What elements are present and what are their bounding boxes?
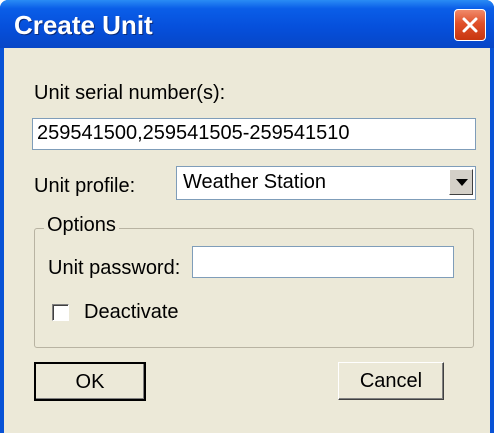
close-icon <box>462 17 478 33</box>
options-legend: Options <box>44 214 119 237</box>
deactivate-checkbox[interactable] <box>52 304 69 321</box>
unit-profile-label: Unit profile: <box>34 175 136 197</box>
title-bar[interactable]: Create Unit <box>0 0 494 48</box>
serial-number-label: Unit serial number(s): <box>34 82 226 104</box>
unit-password-label: Unit password: <box>48 257 181 279</box>
unit-password-input[interactable] <box>192 246 454 278</box>
unit-profile-select[interactable]: Weather Station <box>176 166 476 200</box>
window-title: Create Unit <box>14 10 153 40</box>
ok-button[interactable]: OK <box>34 362 146 401</box>
dialog-body: Unit serial number(s): 259541500,2595415… <box>4 48 490 433</box>
cancel-button-label: Cancel <box>359 370 423 392</box>
deactivate-label[interactable]: Deactivate <box>84 301 179 324</box>
dropdown-arrow-button[interactable] <box>449 169 473 195</box>
close-button[interactable] <box>454 9 486 41</box>
create-unit-dialog: Create Unit Unit serial number(s): 25954… <box>0 0 494 433</box>
serial-number-input[interactable]: 259541500,259541505-259541510 <box>32 118 476 150</box>
unit-profile-value: Weather Station <box>183 171 327 193</box>
ok-button-label: OK <box>75 371 105 393</box>
cancel-button[interactable]: Cancel <box>338 362 444 400</box>
chevron-down-icon <box>456 179 468 186</box>
